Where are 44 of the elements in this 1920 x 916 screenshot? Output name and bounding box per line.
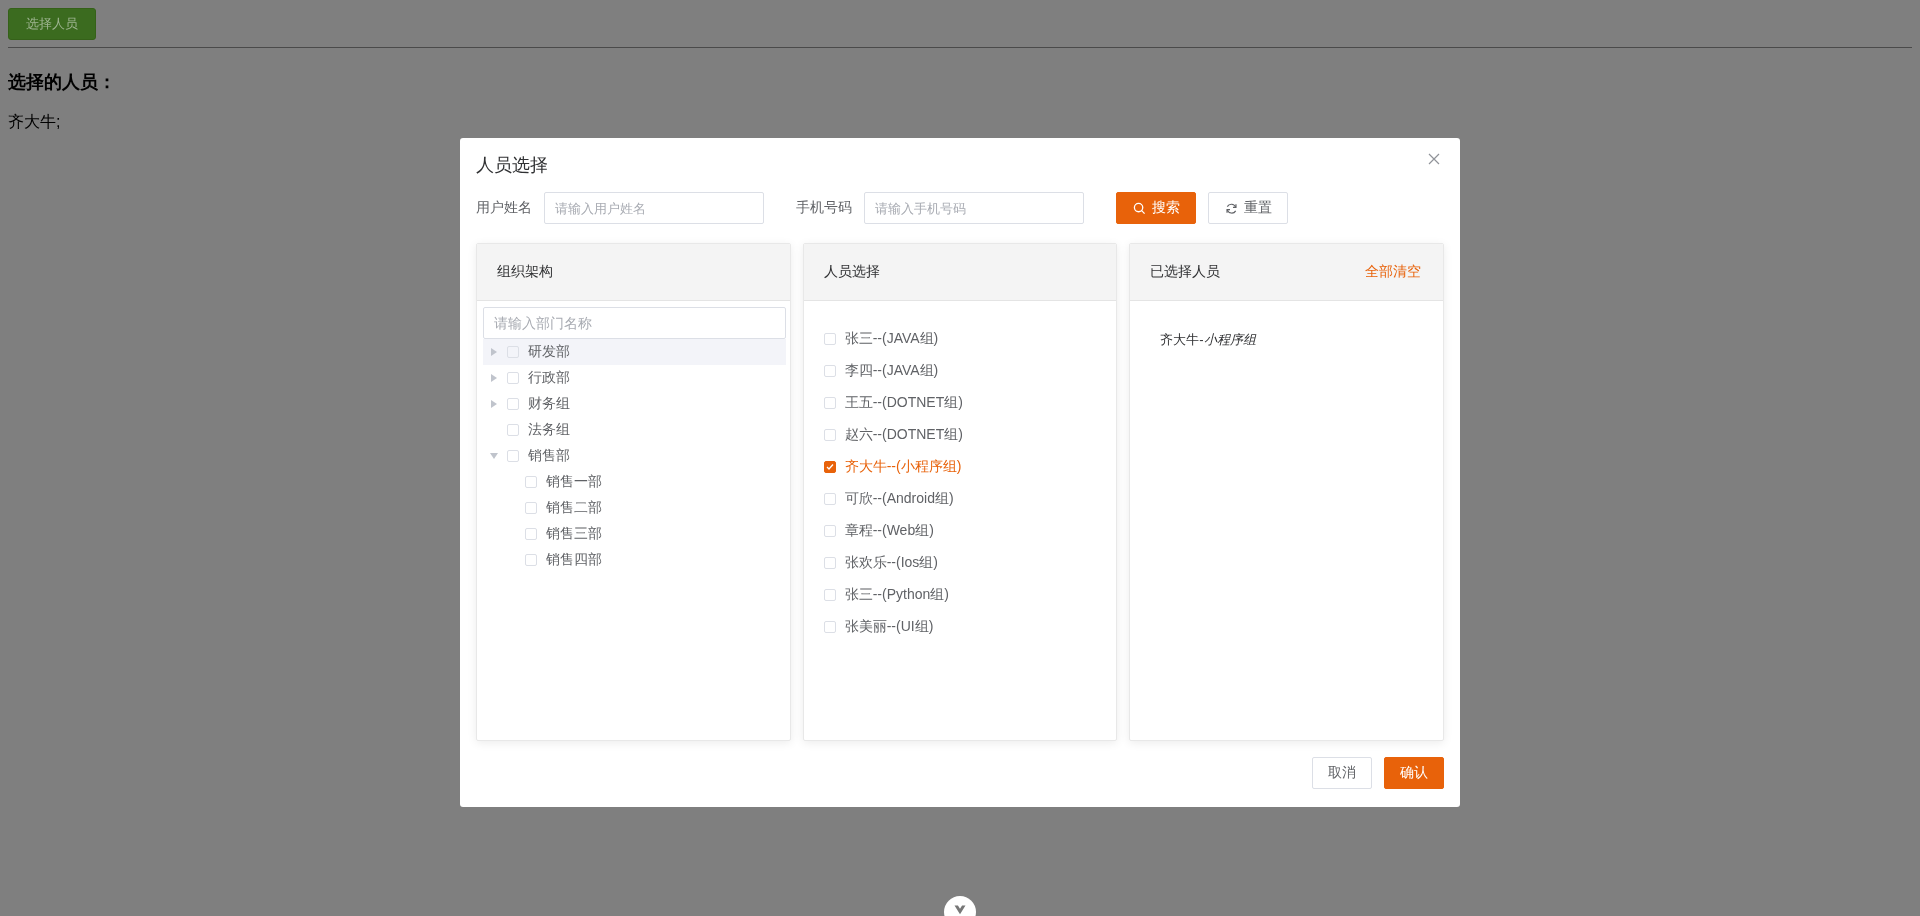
tree-node-label[interactable]: 行政部 [528,369,570,387]
person-label[interactable]: 可欣--(Android组) [844,490,954,508]
person-label[interactable]: 张三--(JAVA组) [844,330,939,348]
search-button[interactable]: 搜索 [1116,192,1196,224]
selected-person: 齐大牛-小程序组 [1160,331,1258,349]
person-label[interactable]: 张欢乐--(Ios组) [844,554,938,572]
selected-people-text: 齐大牛; [8,112,62,132]
refresh-icon [1224,201,1238,215]
tree-node-label[interactable]: 销售二部 [546,499,602,517]
confirm-button[interactable]: 确认 [1384,757,1444,789]
tree-node-label[interactable]: 研发部 [528,343,570,361]
caret-icon[interactable] [491,348,497,356]
text-field[interactable]: 请输入用户姓名 [544,192,764,224]
checkbox[interactable] [823,461,836,473]
person-label[interactable]: 赵六--(DOTNET组) [844,426,963,444]
person-label[interactable]: 齐大牛--(小程序组) [844,458,962,476]
person-label[interactable]: 王五--(DOTNET组) [844,394,963,412]
v-logo-icon [953,904,967,915]
text-field[interactable]: 请输入手机号码 [864,192,1084,224]
field-label: 用户姓名 [476,199,532,217]
tree-node-label[interactable]: 销售三部 [546,525,602,543]
caret-icon[interactable] [491,374,497,382]
panel-title: 人员选择 [823,263,880,281]
reset-button[interactable]: 重置 [1208,192,1288,224]
panel-title: 组织架构 [497,263,553,281]
panel-title: 已选择人员 [1150,263,1221,281]
tree-node-label[interactable]: 销售四部 [546,551,602,569]
section-heading: 选择的人员： [8,71,117,94]
search-icon [1132,201,1146,215]
tree-node-label[interactable]: 财务组 [528,395,570,413]
tree-node-label[interactable]: 销售部 [528,447,570,465]
tree-node-label[interactable]: 法务组 [528,421,570,439]
dialog-title: 人员选择 [476,153,548,177]
person-label[interactable]: 张三--(Python组) [844,586,949,604]
caret-icon[interactable] [491,400,497,408]
field-label: 手机号码 [796,199,852,217]
cancel-button[interactable]: 取消 [1312,757,1372,789]
caret-icon[interactable] [490,453,498,459]
department-search-field[interactable]: 请输入部门名称 [483,307,786,339]
tree-node-label[interactable]: 销售一部 [546,473,602,491]
person-label[interactable]: 李四--(JAVA组) [844,362,939,380]
person-label[interactable]: 张美丽--(UI组) [844,618,934,636]
person-label[interactable]: 章程--(Web组) [844,522,934,540]
close-icon[interactable] [1428,152,1440,165]
